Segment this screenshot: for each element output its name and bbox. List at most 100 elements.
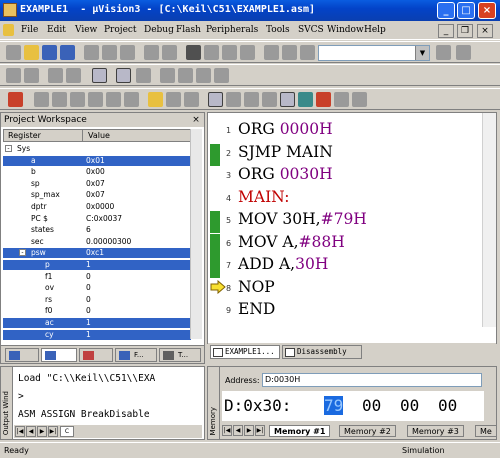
build-icon[interactable] — [66, 68, 81, 83]
register-row[interactable]: rs 0 — [3, 295, 191, 305]
new-file-icon[interactable] — [6, 45, 21, 60]
source-editor[interactable]: 1 2 3 4 5 6 7 8 9 ORG 0000H SJMP MAIN ORG 0030H MAI… — [207, 112, 497, 361]
code-line[interactable]: ORG 0000H — [238, 119, 333, 139]
address-input[interactable]: D:0030H — [262, 373, 482, 387]
column-register[interactable]: Register — [8, 131, 41, 140]
register-value[interactable]: 0x07 — [86, 179, 105, 189]
register-value[interactable]: 0 — [86, 283, 91, 293]
first-tab-icon[interactable]: |◀ — [15, 426, 25, 437]
register-value[interactable]: C:0x0037 — [86, 214, 122, 224]
forward-icon[interactable] — [24, 68, 39, 83]
options-icon[interactable] — [136, 68, 151, 83]
insert-breakpoint-icon[interactable] — [178, 68, 193, 83]
menu-edit[interactable]: Edit — [47, 25, 66, 35]
register-value[interactable]: 0 — [86, 306, 91, 316]
unindent-icon[interactable] — [282, 45, 297, 60]
mdi-minimize-button[interactable]: _ — [438, 24, 454, 38]
register-row[interactable]: PC $ C:0x0037 — [3, 214, 191, 224]
open-file-icon[interactable] — [24, 45, 39, 60]
maximize-button[interactable]: □ — [457, 2, 475, 19]
expand-toggle-icon[interactable]: - — [5, 145, 12, 152]
tab-memory-2[interactable]: Memory #2 — [339, 425, 396, 437]
register-row[interactable]: p1 — [3, 260, 191, 270]
symbol-window-icon[interactable] — [334, 92, 349, 107]
code-line[interactable]: SJMP MAIN — [238, 142, 333, 162]
translate-icon[interactable] — [48, 68, 63, 83]
copy-icon[interactable] — [102, 45, 117, 60]
menu-project[interactable]: Project — [104, 25, 137, 35]
register-value[interactable]: 0x0000 — [86, 202, 114, 212]
next-bookmark-icon[interactable] — [222, 45, 237, 60]
editor-scrollbar[interactable] — [482, 113, 496, 327]
mdi-restore-button[interactable]: ❐ — [457, 24, 473, 38]
register-value[interactable]: 0 — [86, 272, 91, 282]
debug-session-icon[interactable] — [92, 68, 107, 83]
register-row[interactable]: b 0x00 — [3, 167, 191, 177]
register-value[interactable]: 1 — [86, 318, 91, 328]
register-value[interactable]: 1 — [86, 260, 91, 270]
disable-breakpoint-icon[interactable] — [214, 68, 229, 83]
step-over-icon[interactable] — [88, 92, 103, 107]
save-icon[interactable] — [42, 45, 57, 60]
menu-peripherals[interactable]: Peripherals — [206, 25, 258, 35]
clear-bookmarks-icon[interactable] — [240, 45, 255, 60]
register-value[interactable]: 0 — [86, 295, 91, 305]
undo-icon[interactable] — [144, 45, 159, 60]
register-value[interactable]: 6 — [86, 225, 91, 235]
menu-flash[interactable]: Flash — [176, 25, 201, 35]
prev-tab-icon[interactable]: ◀ — [233, 425, 243, 436]
back-icon[interactable] — [6, 68, 21, 83]
reset-icon[interactable] — [8, 92, 23, 107]
find-icon[interactable] — [456, 45, 471, 60]
code-line[interactable]: ORG 0030H — [238, 164, 333, 184]
code-line[interactable]: ADD A,30H — [238, 254, 328, 274]
next-tab-icon[interactable]: ▶ — [244, 425, 254, 436]
register-row[interactable]: - psw 0xc1 — [3, 248, 191, 259]
prev-tab-icon[interactable]: ◀ — [26, 426, 36, 437]
memory-data[interactable]: D:0x30: 79 00 00 00 — [222, 391, 484, 421]
code-line[interactable]: NOP — [238, 277, 275, 297]
memory-byte-3[interactable]: 00 — [438, 396, 457, 415]
workspace-scrollbar[interactable] — [190, 129, 202, 339]
close-button[interactable]: × — [478, 2, 496, 19]
code-coverage-icon[interactable] — [244, 92, 259, 107]
workspace-close-button[interactable]: × — [190, 114, 202, 126]
register-row[interactable]: ov 0 — [3, 283, 191, 293]
output-tab-command[interactable]: C — [60, 426, 74, 437]
register-row[interactable]: cy 1 — [3, 329, 191, 340]
last-tab-icon[interactable]: ▶| — [255, 425, 265, 436]
disassembly-window-icon[interactable] — [208, 92, 223, 107]
register-row[interactable]: ac 1 — [3, 318, 191, 328]
paste-icon[interactable] — [120, 45, 135, 60]
prev-bookmark-icon[interactable] — [204, 45, 219, 60]
tab-example1-asm[interactable]: EXAMPLE1... — [210, 345, 280, 359]
register-value[interactable]: 1 — [86, 330, 91, 340]
bookmark-icon[interactable] — [186, 45, 201, 60]
tab-books[interactable] — [79, 348, 113, 362]
memory-byte-2[interactable]: 00 — [400, 396, 419, 415]
breakpoint-window-icon[interactable] — [116, 68, 131, 83]
register-value[interactable]: 0x07 — [86, 190, 105, 200]
tab-disassembly[interactable]: Disassembly — [282, 345, 362, 359]
register-row[interactable]: - Sys — [3, 144, 191, 154]
register-value[interactable]: 0x00 — [86, 167, 105, 177]
output-line-2[interactable]: > — [18, 391, 24, 402]
step-into-icon[interactable] — [70, 92, 85, 107]
enable-breakpoint-icon[interactable] — [196, 68, 211, 83]
column-value[interactable]: Value — [88, 131, 110, 140]
performance-icon[interactable] — [298, 92, 313, 107]
register-row[interactable]: f1 0 — [3, 272, 191, 282]
register-row[interactable]: sec 0.00000300 — [3, 237, 191, 247]
tab-templates[interactable]: T... — [159, 348, 201, 362]
tab-files[interactable] — [5, 348, 39, 362]
mdi-close-button[interactable]: × — [477, 24, 493, 38]
menu-debug[interactable]: Debug — [144, 25, 174, 35]
memory-byte-1[interactable]: 00 — [362, 396, 381, 415]
find-in-files-icon[interactable] — [436, 45, 451, 60]
watch-window-icon[interactable] — [226, 92, 241, 107]
run-icon[interactable] — [34, 92, 49, 107]
menu-file[interactable]: File — [21, 25, 38, 35]
indent-icon[interactable] — [264, 45, 279, 60]
register-row[interactable]: f0 0 — [3, 306, 191, 316]
register-row[interactable]: a 0x01 — [3, 155, 191, 166]
